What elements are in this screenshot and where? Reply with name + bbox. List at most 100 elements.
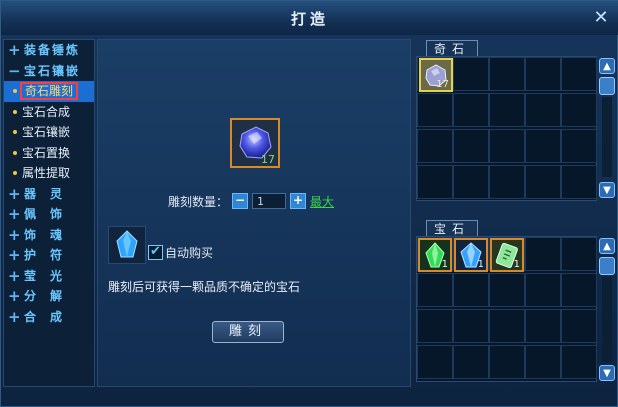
grid-cell[interactable] [417,309,453,343]
blue-crystal-icon [116,230,138,258]
carve-quantity-row: 雕刻数量： − 1 + 最大 [168,192,334,210]
grid-cell[interactable] [525,309,561,343]
grid-cell[interactable] [561,57,597,91]
grid-cell[interactable] [489,273,525,307]
grid-cell[interactable] [561,165,597,199]
nav-sub-label: 奇石雕刻 [19,82,79,100]
gem-grid: 1 1 1 [416,236,597,382]
nav-category-glow[interactable]: + 莹光 [4,266,94,287]
grid-cell[interactable] [453,273,489,307]
nav-category-ornament-soul[interactable]: + 饰魂 [4,225,94,246]
nav-category-spirit[interactable]: + 器灵 [4,184,94,205]
max-link[interactable]: 最大 [310,193,334,210]
qty-label: 雕刻数量： [168,194,229,209]
scroll-up-button[interactable]: ▲ [599,58,615,74]
scroll-thumb[interactable] [599,257,615,275]
grid-cell[interactable] [417,273,453,307]
grid-cell[interactable] [561,345,597,379]
auto-buy-item-slot[interactable] [108,226,146,264]
nav-sub-item-gem-swap[interactable]: 宝石置换 [4,143,94,164]
nav-sub-item-attr-extract[interactable]: 属性提取 [4,163,94,184]
expand-plus-icon: + [8,307,23,326]
grid-cell[interactable] [453,57,489,91]
bullet-dot-icon [13,150,17,155]
grid-cell[interactable] [561,237,597,271]
grid-cell[interactable] [525,165,561,199]
nav-category-amulet[interactable]: + 护符 [4,245,94,266]
nav-category-label: 分解 [24,289,77,303]
grid-cell[interactable] [561,129,597,163]
grid-cell[interactable] [453,345,489,379]
nav-category-label: 莹光 [24,268,77,283]
grid-cell[interactable] [561,309,597,343]
grid-cell[interactable] [453,309,489,343]
decrease-button[interactable]: − [232,193,249,209]
inventory-item-green-gem[interactable]: 1 [418,238,452,272]
grid-cell[interactable] [525,93,561,127]
expand-plus-icon: + [8,246,23,264]
title-bar[interactable]: 打造 ✕ [1,1,618,35]
nav-sub-item-odd-stone-carve[interactable]: 奇石雕刻 [4,81,94,102]
grid-cell[interactable] [525,237,561,271]
grid-cell[interactable] [525,57,561,91]
nav-category-label: 佩饰 [24,207,77,221]
auto-buy-row[interactable]: ✔ 自动购买 [148,244,213,261]
carve-button[interactable]: 雕刻 [212,321,284,343]
grid-cell[interactable] [417,129,453,163]
nav-sub-item-gem-combine[interactable]: 宝石合成 [4,102,94,123]
grid-cell[interactable] [453,93,489,127]
window-title: 打造 [290,10,329,28]
nav-sub-item-gem-inlay[interactable]: 宝石镶嵌 [4,122,94,143]
grid-cell[interactable] [453,165,489,199]
nav-category-gem-inlay[interactable]: − 宝石镶嵌 [4,61,94,82]
nav-category-label: 护符 [24,248,77,262]
grid-cell[interactable] [561,273,597,307]
inventory-item-blue-gem[interactable]: 1 [454,238,488,272]
scroll-down-button[interactable]: ▼ [599,365,615,381]
grid-cell[interactable] [489,345,525,379]
grid-cell[interactable] [525,129,561,163]
bullet-dot-icon [13,89,17,93]
grid-cell[interactable] [489,129,525,163]
crafting-window: 打造 ✕ + 装备锤炼 − 宝石镶嵌 奇石雕刻 宝石合成 宝石镶嵌 宝石置换 属… [0,0,618,407]
inventory-item-jade-tile[interactable]: 1 [490,238,524,272]
nav-category-synthesize[interactable]: + 合成 [4,307,94,328]
nav-category-accessory[interactable]: + 佩饰 [4,204,94,225]
increase-button[interactable]: + [290,193,307,209]
scroll-track[interactable] [602,277,612,362]
scroll-track[interactable] [602,97,612,177]
inventory-panel: 奇石 17 ▲ ▼ 宝石 1 1 1 ▲ ▼ [414,39,617,387]
grid-cell[interactable] [489,93,525,127]
grid-cell[interactable] [417,165,453,199]
category-nav: + 装备锤炼 − 宝石镶嵌 奇石雕刻 宝石合成 宝石镶嵌 宝石置换 属性提取 + [3,39,95,387]
auto-buy-checkbox[interactable]: ✔ [148,245,163,260]
grid-cell[interactable] [453,129,489,163]
grid-cell[interactable] [417,93,453,127]
tab-gem[interactable]: 宝石 [426,220,478,237]
grid-cell[interactable] [525,273,561,307]
grid-cell[interactable] [489,165,525,199]
odd-stone-grid: 17 [416,56,597,201]
nav-category-decompose[interactable]: + 分解 [4,286,94,307]
expand-plus-icon: + [8,287,23,305]
carve-item-slot[interactable]: 17 [230,118,280,168]
scroll-up-button[interactable]: ▲ [599,238,615,254]
grid-cell[interactable] [525,345,561,379]
carve-panel: 17 雕刻数量： − 1 + 最大 ✔ 自动购买 雕刻后可获得一颗品质不确定的宝… [97,39,411,387]
grid-cell[interactable] [489,309,525,343]
bullet-dot-icon [13,171,17,175]
nav-category-equip-refine[interactable]: + 装备锤炼 [4,40,94,61]
scroll-thumb[interactable] [599,77,615,95]
inventory-item-odd-stone[interactable]: 17 [419,58,453,92]
item-count: 1 [513,259,520,270]
close-icon[interactable]: ✕ [589,7,613,29]
odd-stone-scrollbar[interactable]: ▲ ▼ [599,56,615,201]
grid-cell[interactable] [561,93,597,127]
grid-cell[interactable] [489,57,525,91]
tab-odd-stone[interactable]: 奇石 [426,40,478,57]
scroll-down-button[interactable]: ▼ [599,182,615,198]
nav-sub-label: 宝石置换 [22,145,71,160]
quantity-input[interactable]: 1 [252,193,287,209]
gem-scrollbar[interactable]: ▲ ▼ [599,236,615,382]
grid-cell[interactable] [417,345,453,379]
